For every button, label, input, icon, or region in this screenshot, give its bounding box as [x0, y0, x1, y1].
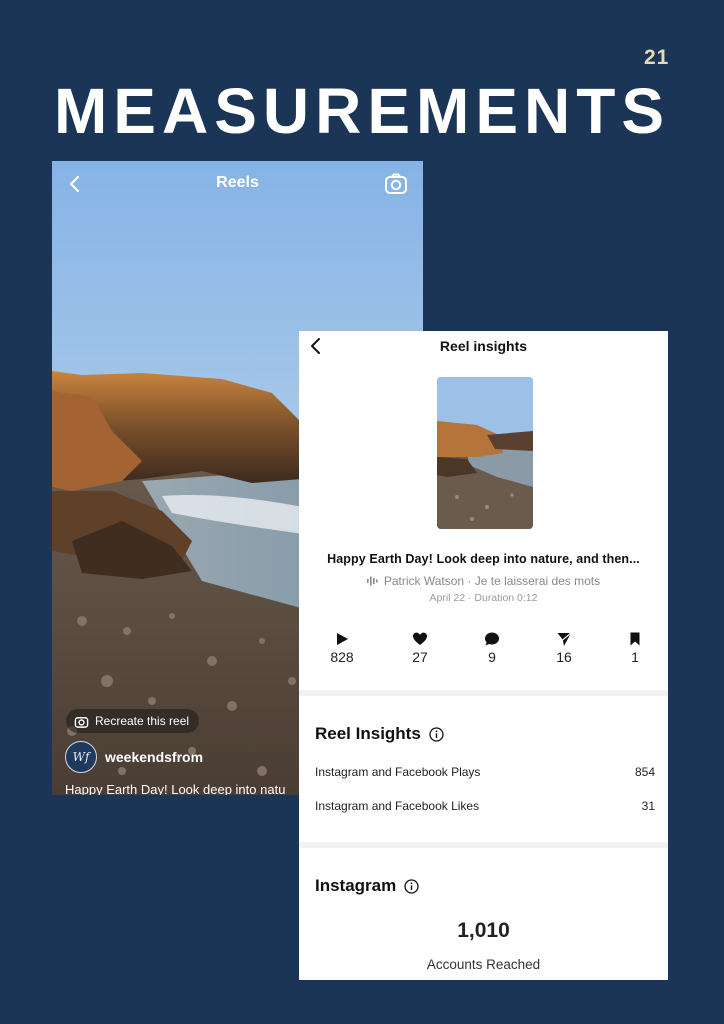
- reel-thumbnail[interactable]: [437, 377, 533, 529]
- insight-value: 854: [634, 765, 655, 779]
- instagram-heading: Instagram: [315, 876, 419, 896]
- username[interactable]: weekendsfrom: [105, 749, 203, 765]
- play-icon: [337, 633, 348, 645]
- share-icon: [557, 632, 572, 646]
- bookmark-icon: [630, 632, 640, 646]
- metric-value: 9: [488, 649, 496, 665]
- recreate-reel-label: Recreate this reel: [95, 714, 190, 728]
- insight-row-likes: Instagram and Facebook Likes 31: [315, 799, 655, 813]
- page-number: 21: [644, 46, 670, 69]
- reel-caption: Happy Earth Day! Look deep into nature, …: [327, 552, 640, 566]
- metric-comments: 9: [462, 631, 522, 665]
- insight-row-plays: Instagram and Facebook Plays 854: [315, 765, 655, 779]
- metric-saves: 1: [605, 631, 665, 665]
- avatar[interactable]: Wf: [65, 741, 97, 773]
- insights-header: Reel insights: [299, 331, 668, 361]
- info-icon[interactable]: [429, 726, 444, 742]
- insight-label: Instagram and Facebook Plays: [315, 765, 481, 779]
- insight-label: Instagram and Facebook Likes: [315, 799, 480, 813]
- reels-title: Reels: [216, 174, 259, 191]
- section-divider: [299, 842, 668, 848]
- metric-value: 828: [330, 649, 354, 665]
- comment-icon: [485, 632, 499, 646]
- metric-value: 16: [556, 649, 572, 665]
- reel-author[interactable]: Wf weekendsfrom: [65, 741, 203, 773]
- audio-waveform-icon: [366, 576, 378, 586]
- reel-metrics: 828 27 9 16 1: [299, 631, 668, 671]
- instagram-title: Instagram: [315, 876, 397, 895]
- insights-title: Reel insights: [439, 338, 528, 354]
- metric-value: 1: [631, 649, 639, 665]
- accounts-reached-label: Accounts Reached: [426, 957, 541, 972]
- insight-value: 31: [641, 799, 655, 813]
- audio-track-label: Patrick Watson · Je te laisserai des mot…: [383, 574, 601, 588]
- metric-value: 27: [412, 649, 428, 665]
- audio-track[interactable]: Patrick Watson · Je te laisserai des mot…: [299, 574, 668, 588]
- reel-date-duration: April 22 · Duration 0:12: [429, 592, 538, 604]
- metric-shares: 16: [534, 631, 594, 665]
- section-divider: [299, 690, 668, 696]
- coastal-rocks-image: [437, 377, 533, 529]
- metric-likes: 27: [390, 631, 450, 665]
- reel-insights-title: Reel Insights: [315, 724, 421, 743]
- metric-plays: 828: [312, 631, 372, 665]
- page-title: MEASUREMENTS: [53, 75, 671, 147]
- reel-insights-heading: Reel Insights: [315, 724, 444, 744]
- heart-icon: [413, 632, 427, 645]
- accounts-reached-value: 1,010: [457, 919, 510, 942]
- recreate-reel-button[interactable]: Recreate this reel: [66, 709, 200, 733]
- reel-insights-panel: Reel insights Happy Earth Day! Look deep…: [299, 331, 668, 980]
- camera-icon: [74, 716, 89, 728]
- reel-top-bar: Reels: [52, 161, 423, 207]
- camera-icon[interactable]: [383, 171, 409, 197]
- info-icon[interactable]: [404, 878, 419, 894]
